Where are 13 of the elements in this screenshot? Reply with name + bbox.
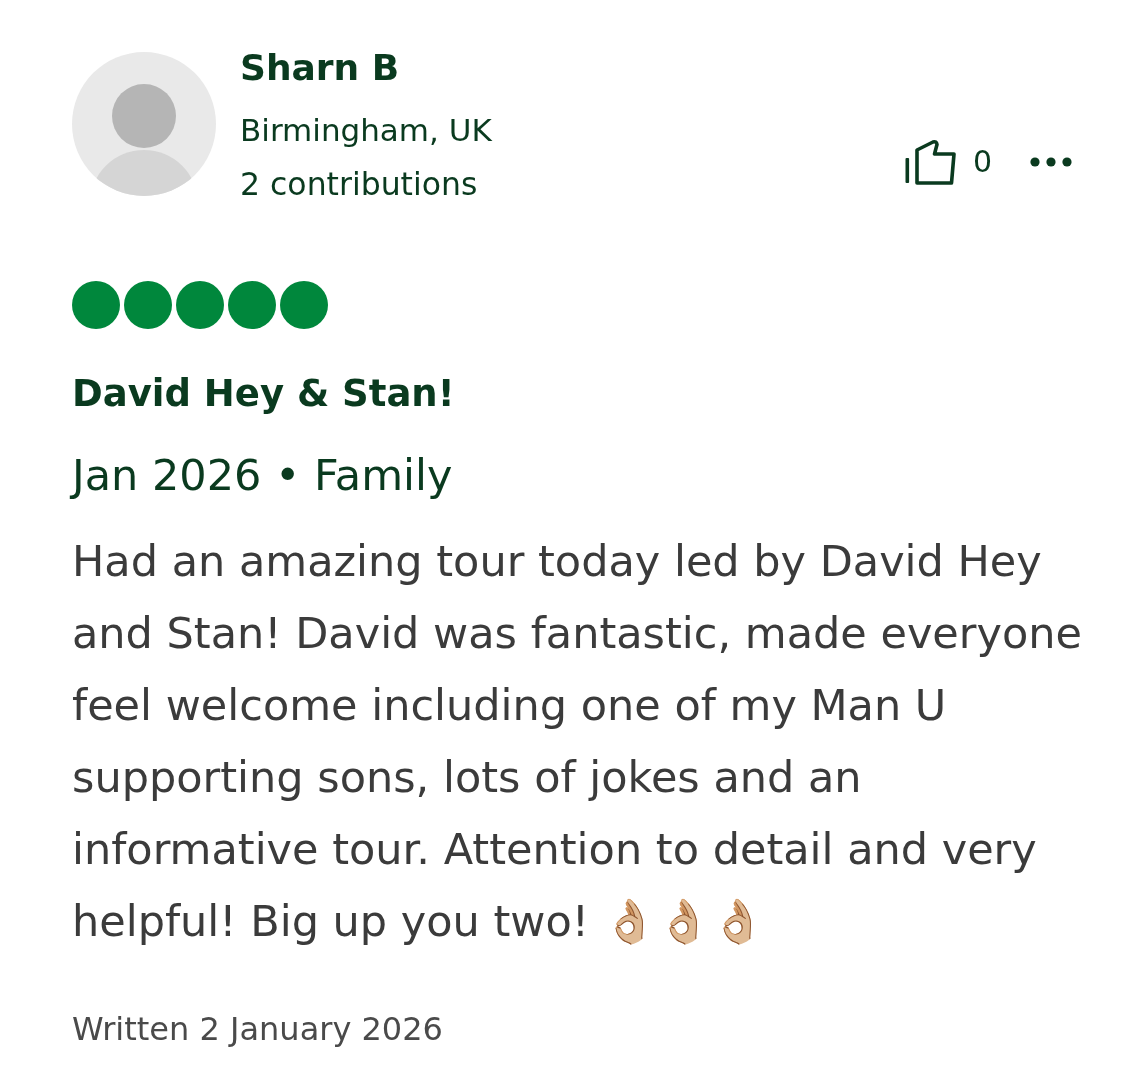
- more-icon: [1030, 157, 1072, 167]
- written-date: Written 2 January 2026: [72, 1009, 443, 1050]
- filled-bubble-icon: [72, 281, 120, 329]
- reviewer-name[interactable]: Sharn B: [240, 43, 400, 93]
- helpful-vote-button[interactable]: 0: [902, 139, 992, 185]
- reviewer-location: Birmingham, UK: [240, 111, 492, 150]
- review-text: Had an amazing tour today led by David Hey and Stan! David was fantastic, made everyone feel welcome including one of my Man U supporting sons, lots of jokes and an informative tour. Attention to detail and very helpful! Big up you two! 👌🏼👌🏼👌🏼: [72, 535, 1083, 948]
- contribution-count: 2 contributions: [240, 165, 478, 204]
- filled-bubble-icon: [228, 281, 276, 329]
- filled-bubble-icon: [176, 281, 224, 329]
- filled-bubble-icon: [280, 281, 328, 329]
- review-title: David Hey & Stan!: [72, 371, 455, 417]
- filled-bubble-icon: [124, 281, 172, 329]
